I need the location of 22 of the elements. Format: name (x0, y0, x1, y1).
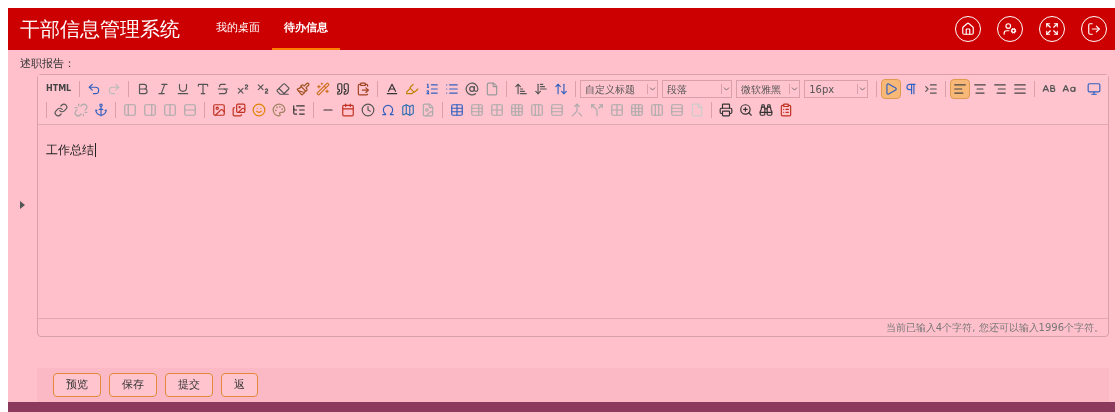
character-count: 当前已输入4个字符, 您还可以输入1996个字符。 (885, 321, 1104, 335)
caret-icon (647, 84, 658, 94)
caret-icon (857, 84, 868, 94)
toolbar-dropdown[interactable]: 微软雅黑 (736, 80, 801, 98)
html-source-button[interactable]: HTML (42, 79, 76, 99)
field-label: 述职报告： (20, 55, 75, 72)
link-icon[interactable] (51, 100, 71, 120)
toolbar-dropdown[interactable]: 16px (804, 80, 869, 98)
left-to-right-icon[interactable] (881, 79, 902, 99)
app-title: 干部信息管理系统 (20, 16, 180, 43)
editor-text[interactable]: 工作总结 (46, 143, 96, 157)
caret-icon (721, 84, 732, 94)
form-button[interactable]: 返 (221, 373, 258, 397)
form-button[interactable]: 预览 (53, 373, 101, 397)
align-left-icon[interactable] (950, 79, 971, 99)
form-button[interactable]: 提交 (165, 373, 213, 397)
form-button[interactable]: 保存 (109, 373, 157, 397)
toolbar-dropdown[interactable]: 自定义标题 (580, 80, 659, 98)
toolbar-dropdown[interactable]: 段落 (662, 80, 733, 98)
nav-tab[interactable]: 我的桌面 (204, 8, 272, 50)
caret-icon (789, 84, 800, 94)
expand-arrow-icon[interactable] (20, 201, 25, 209)
